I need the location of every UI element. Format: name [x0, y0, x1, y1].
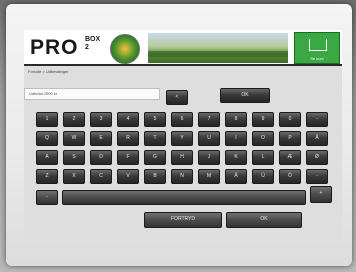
space-bar[interactable] — [62, 190, 306, 205]
cart-label: Se kurv — [310, 56, 324, 61]
cancel-button[interactable]: FORTRYD — [144, 212, 222, 228]
logo: PRO — [30, 36, 79, 59]
key-row4-10[interactable]: - — [306, 169, 328, 184]
key-row2-2[interactable]: E — [90, 131, 112, 146]
golf-course-banner — [148, 33, 288, 63]
key-row2-4[interactable]: T — [144, 131, 166, 146]
key-row3-9[interactable]: Æ — [279, 150, 301, 165]
key-row3-4[interactable]: G — [144, 150, 166, 165]
key-row3-3[interactable]: F — [117, 150, 139, 165]
key-row4-6[interactable]: M — [198, 169, 220, 184]
backspace-button[interactable]: < — [166, 90, 188, 105]
key-row1-10[interactable]: - — [306, 112, 328, 127]
key-row3-1[interactable]: S — [63, 150, 85, 165]
key-row4-5[interactable]: N — [171, 169, 193, 184]
key-row4-2[interactable]: C — [90, 169, 112, 184]
key-row1-3[interactable]: 4 — [117, 112, 139, 127]
key-row4-0[interactable]: Z — [36, 169, 58, 184]
key-row4-1[interactable]: X — [63, 169, 85, 184]
cart-icon — [309, 39, 327, 51]
key-row3-2[interactable]: D — [90, 150, 112, 165]
key-row2-7[interactable]: I — [225, 131, 247, 146]
key-row1-2[interactable]: 3 — [90, 112, 112, 127]
logo-subtitle: BOX 2 — [85, 36, 101, 51]
key-row3-8[interactable]: L — [252, 150, 274, 165]
key-plus[interactable]: + — [310, 186, 332, 203]
key-row1-4[interactable]: 5 — [144, 112, 166, 127]
key-row2-1[interactable]: W — [63, 131, 85, 146]
key-row1-9[interactable]: 0 — [279, 112, 301, 127]
cart-button[interactable]: Se kurv — [294, 32, 340, 64]
key-row1-1[interactable]: 2 — [63, 112, 85, 127]
key-row2-3[interactable]: R — [117, 131, 139, 146]
key-minus-left[interactable]: - — [36, 190, 58, 205]
ok-button-top[interactable]: OK — [220, 88, 270, 103]
key-row3-6[interactable]: J — [198, 150, 220, 165]
key-row1-8[interactable]: 9 — [252, 112, 274, 127]
key-row4-7[interactable]: Å — [225, 169, 247, 184]
key-row3-0[interactable]: A — [36, 150, 58, 165]
key-row3-10[interactable]: Ø — [306, 150, 328, 165]
club-badge-icon — [110, 34, 140, 64]
key-row1-0[interactable]: 1 — [36, 112, 58, 127]
key-row4-4[interactable]: B — [144, 169, 166, 184]
key-row2-9[interactable]: P — [279, 131, 301, 146]
breadcrumb[interactable]: Forside > Udbetalinger — [28, 69, 69, 74]
key-row1-6[interactable]: 7 — [198, 112, 220, 127]
key-row3-5[interactable]: H — [171, 150, 193, 165]
key-row2-8[interactable]: O — [252, 131, 274, 146]
header: PRO BOX 2 Se kurv — [24, 30, 342, 66]
key-row1-5[interactable]: 6 — [171, 112, 193, 127]
key-row2-10[interactable]: Å — [306, 131, 328, 146]
key-row4-9[interactable]: Ö — [279, 169, 301, 184]
key-row2-6[interactable]: U — [198, 131, 220, 146]
amount-input[interactable]: Udbetal 2500 kr — [24, 88, 160, 100]
key-row4-8[interactable]: Ü — [252, 169, 274, 184]
key-row4-3[interactable]: V — [117, 169, 139, 184]
kiosk-screen: PRO BOX 2 Se kurv Forside > Udbetalinger… — [24, 30, 342, 240]
key-row2-0[interactable]: Q — [36, 131, 58, 146]
key-row2-5[interactable]: Y — [171, 131, 193, 146]
ok-button[interactable]: OK — [226, 212, 302, 228]
key-row1-7[interactable]: 8 — [225, 112, 247, 127]
key-row3-7[interactable]: K — [225, 150, 247, 165]
